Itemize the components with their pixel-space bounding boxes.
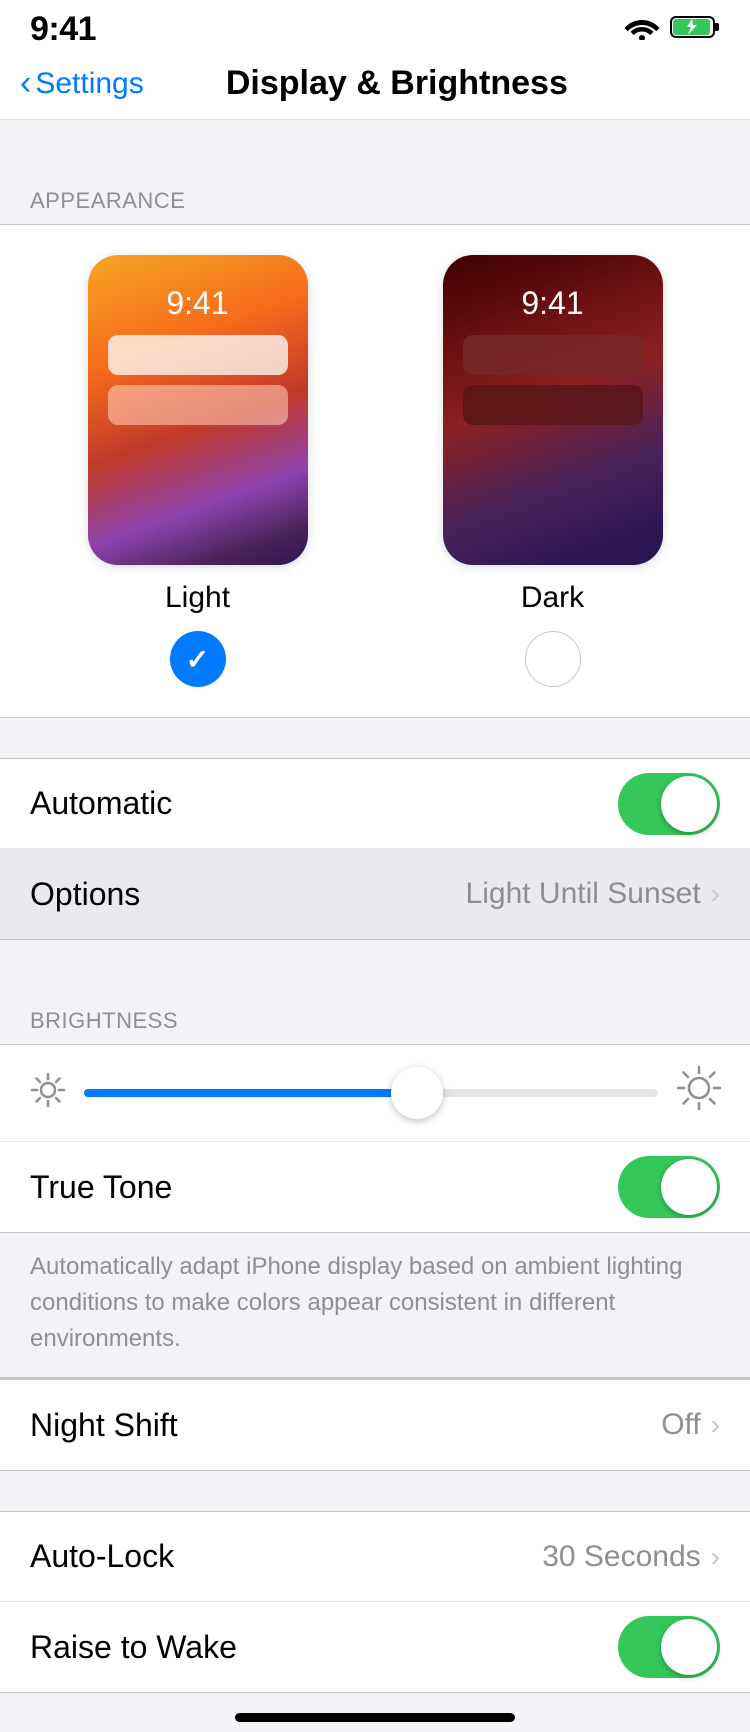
- light-notif-1: [108, 335, 288, 375]
- raise-to-wake-row: Raise to Wake: [0, 1602, 750, 1692]
- light-check[interactable]: ✓: [170, 631, 226, 687]
- status-icons: [624, 14, 720, 45]
- dark-check[interactable]: [525, 631, 581, 687]
- brightness-slider-fill: [84, 1089, 417, 1097]
- appearance-options: 9:41 Light ✓ 9:41 Dark: [20, 255, 730, 687]
- true-tone-right: [618, 1156, 720, 1218]
- wifi-icon: [624, 14, 660, 45]
- light-notif-2: [108, 385, 288, 425]
- true-tone-row: True Tone: [0, 1142, 750, 1232]
- brightness-low-icon: [30, 1072, 66, 1115]
- auto-lock-group: Auto-Lock 30 Seconds › Raise to Wake: [0, 1511, 750, 1693]
- light-preview-time: 9:41: [88, 285, 308, 322]
- back-chevron-icon: ‹: [20, 66, 31, 100]
- light-preview: 9:41: [88, 255, 308, 565]
- true-tone-toggle-thumb: [661, 1159, 717, 1215]
- brightness-high-icon: [676, 1065, 720, 1121]
- true-tone-footnote: Automatically adapt iPhone display based…: [0, 1233, 750, 1377]
- raise-to-wake-right: [618, 1616, 720, 1678]
- dark-notif-2: [463, 385, 643, 425]
- brightness-group: True Tone: [0, 1044, 750, 1233]
- dark-notif-1: [463, 335, 643, 375]
- brightness-section-header: BRIGHTNESS: [0, 980, 750, 1044]
- auto-lock-value: 30 Seconds: [542, 1540, 700, 1574]
- night-shift-row[interactable]: Night Shift Off ›: [0, 1380, 750, 1470]
- dark-preview-time: 9:41: [443, 285, 663, 322]
- night-shift-group: Night Shift Off ›: [0, 1379, 750, 1471]
- automatic-row: Automatic: [0, 759, 750, 849]
- brightness-slider-thumb[interactable]: [391, 1067, 443, 1119]
- night-shift-value: Off: [661, 1408, 700, 1442]
- raise-to-wake-label: Raise to Wake: [30, 1629, 237, 1666]
- automatic-toggle-thumb: [661, 776, 717, 832]
- dark-option[interactable]: 9:41 Dark: [443, 255, 663, 687]
- light-option[interactable]: 9:41 Light ✓: [88, 255, 308, 687]
- battery-icon: [670, 14, 720, 45]
- checkmark-icon: ✓: [186, 643, 209, 676]
- light-label: Light: [165, 581, 230, 615]
- auto-lock-right: 30 Seconds ›: [542, 1540, 720, 1574]
- options-value: Light Until Sunset: [466, 877, 701, 911]
- options-right: Light Until Sunset ›: [466, 877, 720, 911]
- automatic-group: Automatic Options Light Until Sunset ›: [0, 758, 750, 940]
- status-time: 9:41: [30, 10, 96, 49]
- gap-4: [0, 1471, 750, 1511]
- options-row[interactable]: Options Light Until Sunset ›: [0, 849, 750, 939]
- home-bar: [235, 1713, 515, 1722]
- status-bar: 9:41: [0, 0, 750, 54]
- home-indicator: [0, 1693, 750, 1732]
- auto-lock-chevron-icon: ›: [711, 1541, 720, 1573]
- brightness-slider-track[interactable]: [84, 1089, 658, 1097]
- options-chevron-icon: ›: [711, 878, 720, 910]
- night-shift-label: Night Shift: [30, 1407, 178, 1444]
- dark-preview: 9:41: [443, 255, 663, 565]
- automatic-right: [618, 773, 720, 835]
- options-label: Options: [30, 876, 140, 913]
- appearance-section-header: APPEARANCE: [0, 160, 750, 224]
- auto-lock-row[interactable]: Auto-Lock 30 Seconds ›: [0, 1512, 750, 1602]
- light-notifications: [108, 335, 288, 425]
- true-tone-toggle[interactable]: [618, 1156, 720, 1218]
- automatic-toggle[interactable]: [618, 773, 720, 835]
- automatic-label: Automatic: [30, 785, 172, 822]
- true-tone-label: True Tone: [30, 1169, 172, 1206]
- raise-to-wake-toggle[interactable]: [618, 1616, 720, 1678]
- dark-label: Dark: [521, 581, 584, 615]
- nav-bar: ‹ Settings Display & Brightness: [0, 54, 750, 120]
- back-label: Settings: [35, 67, 143, 101]
- raise-to-wake-toggle-thumb: [661, 1619, 717, 1675]
- night-shift-right: Off ›: [661, 1408, 720, 1442]
- back-button[interactable]: ‹ Settings: [20, 67, 144, 101]
- night-shift-chevron-icon: ›: [711, 1409, 720, 1441]
- page-title: Display & Brightness: [144, 64, 650, 103]
- brightness-slider-row: [0, 1045, 750, 1142]
- appearance-section: 9:41 Light ✓ 9:41 Dark: [0, 224, 750, 718]
- dark-notifications: [463, 335, 643, 425]
- gap-2: [0, 718, 750, 758]
- auto-lock-label: Auto-Lock: [30, 1538, 174, 1575]
- gap-1: [0, 120, 750, 160]
- gap-3: [0, 940, 750, 980]
